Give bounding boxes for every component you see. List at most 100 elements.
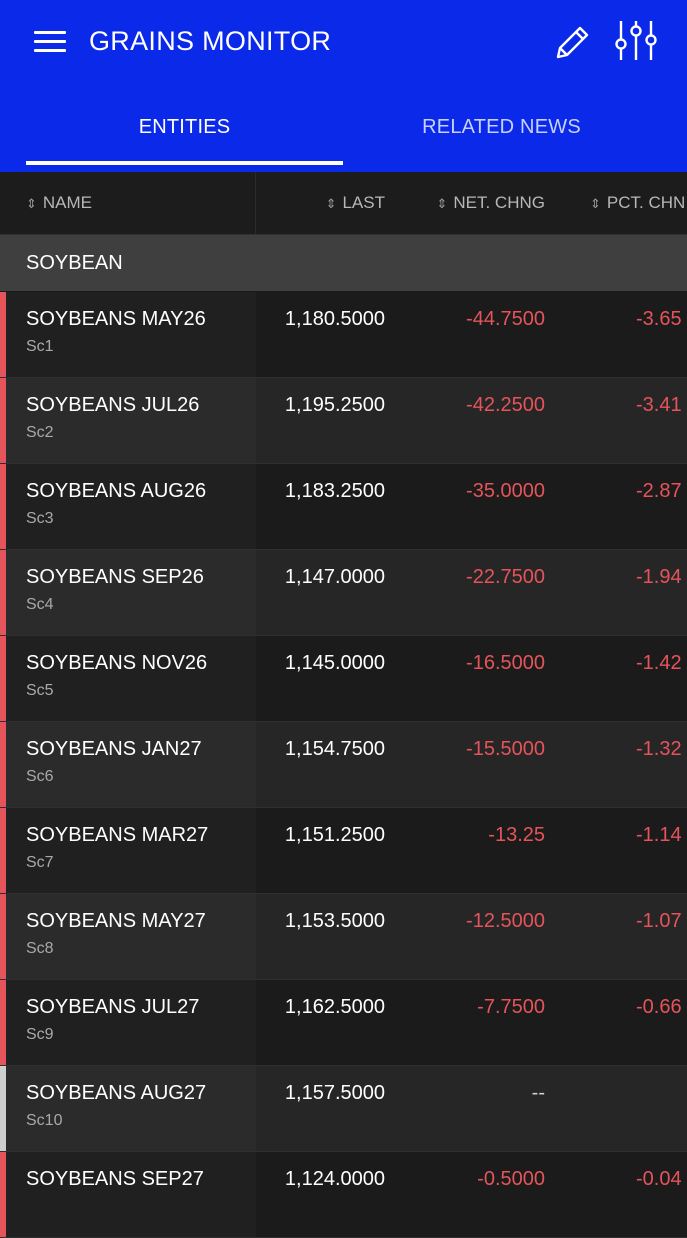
- percent-change: -3.65: [636, 308, 682, 330]
- column-header-net-chng-label: NET. CHNG: [453, 193, 545, 212]
- last-price: 1,124.0000: [284, 1168, 385, 1190]
- column-header-pct-chng[interactable]: ⇕ PCT. CHN: [590, 172, 685, 234]
- tab-bar: ENTITIES RELATED NEWS: [0, 89, 687, 172]
- group-header-soybean[interactable]: SOYBEAN: [0, 235, 687, 291]
- net-change: -42.2500: [466, 394, 545, 416]
- net-change: -15.5000: [466, 738, 545, 760]
- instrument-code: Sc1: [26, 338, 54, 355]
- tab-entities[interactable]: ENTITIES: [26, 89, 343, 172]
- tab-related-news[interactable]: RELATED NEWS: [343, 89, 660, 172]
- column-divider: [255, 172, 256, 234]
- name-cell-background: [0, 636, 256, 721]
- last-price: 1,195.2500: [284, 394, 385, 416]
- page-title: GRAINS MONITOR: [89, 26, 332, 56]
- table-row[interactable]: SOYBEANS JAN27 Sc6 1,154.7500 -15.5000 -1.32: [0, 722, 687, 808]
- instrument-name: SOYBEANS AUG26: [26, 480, 207, 502]
- net-change: -22.7500: [466, 566, 545, 588]
- name-cell-background: [0, 464, 256, 549]
- name-cell-background: [0, 1066, 256, 1151]
- table-row[interactable]: SOYBEANS MAR27 Sc7 1,151.2500 -13.25 -1.14: [0, 808, 687, 894]
- instrument-code: Sc3: [26, 510, 54, 527]
- change-direction-marker: [0, 550, 6, 635]
- net-change: -35.0000: [466, 480, 545, 502]
- column-header-pct-chng-label: PCT. CHN: [606, 193, 686, 212]
- table-row[interactable]: SOYBEANS SEP27 1,124.0000 -0.5000 -0.04: [0, 1152, 687, 1238]
- column-header-name[interactable]: ⇕ NAME: [26, 172, 92, 234]
- instrument-name: SOYBEANS AUG27: [26, 1082, 207, 1104]
- sort-icon: ⇕: [590, 196, 601, 211]
- instrument-name: SOYBEANS MAY26: [26, 308, 206, 330]
- last-price: 1,154.7500: [284, 738, 385, 760]
- percent-change: -0.66: [636, 996, 682, 1018]
- sort-icon: ⇕: [325, 196, 337, 211]
- percent-change: -1.42: [636, 652, 682, 674]
- table-row[interactable]: SOYBEANS AUG26 Sc3 1,183.2500 -35.0000 -2.87: [0, 464, 687, 550]
- table-row[interactable]: SOYBEANS MAY26 Sc1 1,180.5000 -44.7500 -3.65: [0, 292, 687, 378]
- group-label: SOYBEAN: [26, 252, 123, 274]
- filter-sliders-icon[interactable]: [612, 18, 660, 64]
- net-change: --: [531, 1082, 545, 1104]
- percent-change: -1.07: [636, 910, 682, 932]
- net-change: -16.5000: [466, 652, 545, 674]
- last-price: 1,157.5000: [284, 1082, 385, 1104]
- change-direction-marker: [0, 894, 6, 979]
- last-price: 1,145.0000: [284, 652, 385, 674]
- instrument-name: SOYBEANS SEP26: [26, 566, 204, 588]
- table-row[interactable]: SOYBEANS AUG27 Sc10 1,157.5000 --: [0, 1066, 687, 1152]
- net-change: -44.7500: [466, 308, 545, 330]
- table-row[interactable]: SOYBEANS SEP26 Sc4 1,147.0000 -22.7500 -1.94: [0, 550, 687, 636]
- net-change: -0.5000: [477, 1168, 545, 1190]
- table-row[interactable]: SOYBEANS MAY27 Sc8 1,153.5000 -12.5000 -1.07: [0, 894, 687, 980]
- instrument-code: Sc6: [26, 768, 54, 785]
- sort-icon: ⇕: [436, 196, 448, 211]
- edit-icon[interactable]: [550, 20, 594, 64]
- name-cell-background: [0, 980, 256, 1065]
- name-cell-background: [0, 894, 256, 979]
- last-price: 1,153.5000: [284, 910, 385, 932]
- last-price: 1,151.2500: [284, 824, 385, 846]
- instrument-name: SOYBEANS SEP27: [26, 1168, 204, 1190]
- name-cell-background: [0, 550, 256, 635]
- change-direction-marker: [0, 980, 6, 1065]
- name-cell-background: [0, 808, 256, 893]
- menu-icon[interactable]: [34, 29, 68, 53]
- change-direction-marker: [0, 292, 6, 377]
- instrument-code: Sc10: [26, 1112, 63, 1129]
- change-direction-marker: [0, 464, 6, 549]
- active-tab-indicator: [26, 161, 343, 165]
- change-direction-marker: [0, 378, 6, 463]
- net-change: -13.25: [488, 824, 545, 846]
- percent-change: -1.14: [636, 824, 682, 846]
- change-direction-marker: [0, 808, 6, 893]
- percent-change: -0.04: [636, 1168, 682, 1190]
- instrument-code: Sc9: [26, 1026, 54, 1043]
- column-header-last[interactable]: ⇕ LAST: [326, 172, 385, 234]
- percent-change: -1.32: [636, 738, 682, 760]
- app-bar: GRAINS MONITOR: [0, 0, 687, 89]
- name-cell-background: [0, 292, 256, 377]
- table-row[interactable]: SOYBEANS JUL26 Sc2 1,195.2500 -42.2500 -3.41: [0, 378, 687, 464]
- instrument-code: Sc8: [26, 940, 54, 957]
- net-change: -12.5000: [466, 910, 545, 932]
- last-price: 1,162.5000: [284, 996, 385, 1018]
- instrument-code: Sc4: [26, 596, 54, 613]
- table-row[interactable]: SOYBEANS NOV26 Sc5 1,145.0000 -16.5000 -1.42: [0, 636, 687, 722]
- instrument-name: SOYBEANS JAN27: [26, 738, 202, 760]
- instrument-name: SOYBEANS NOV26: [26, 652, 208, 674]
- instrument-code: Sc7: [26, 854, 54, 871]
- name-cell-background: [0, 378, 256, 463]
- instrument-code: Sc2: [26, 424, 54, 441]
- percent-change: -2.87: [636, 480, 682, 502]
- change-direction-marker: [0, 722, 6, 807]
- table-row[interactable]: SOYBEANS JUL27 Sc9 1,162.5000 -7.7500 -0.66: [0, 980, 687, 1066]
- instrument-name: SOYBEANS MAY27: [26, 910, 206, 932]
- percent-change: -1.94: [636, 566, 682, 588]
- instrument-name: SOYBEANS JUL26: [26, 394, 200, 416]
- last-price: 1,180.5000: [284, 308, 385, 330]
- percent-change: -3.41: [636, 394, 682, 416]
- column-header-net-chng[interactable]: ⇕ NET. CHNG: [436, 172, 545, 234]
- change-direction-marker: [0, 1066, 6, 1151]
- last-price: 1,183.2500: [284, 480, 385, 502]
- instrument-name: SOYBEANS MAR27: [26, 824, 209, 846]
- instrument-code: Sc5: [26, 682, 54, 699]
